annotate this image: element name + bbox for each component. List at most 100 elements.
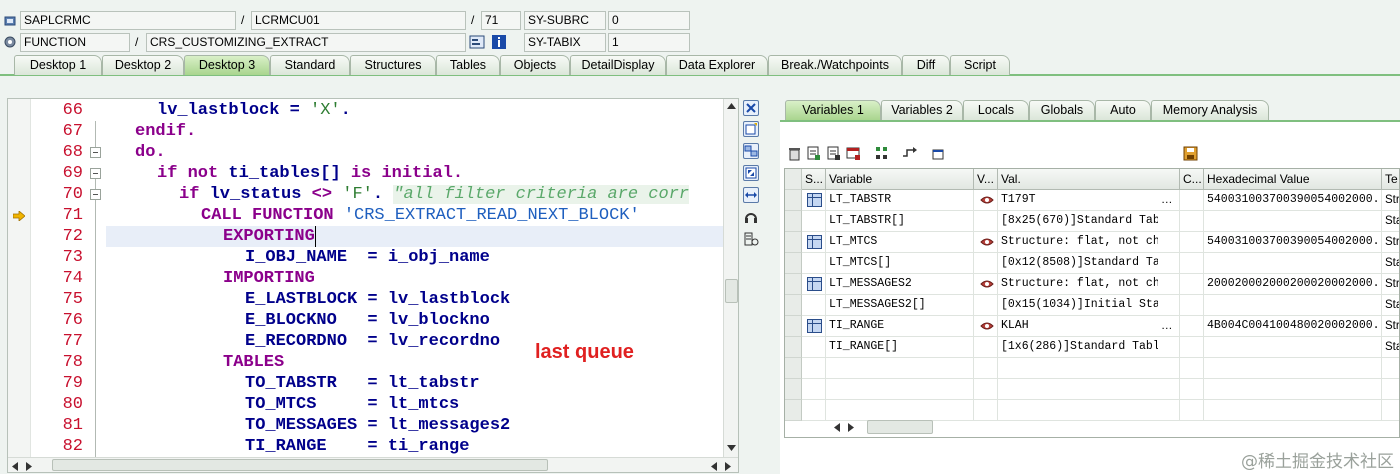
- grid-cell[interactable]: [802, 295, 826, 316]
- grid-cell[interactable]: [1180, 358, 1204, 379]
- code-line[interactable]: 72 EXPORTING: [8, 226, 723, 247]
- grid-cell[interactable]: [1204, 379, 1382, 400]
- cell-dots[interactable]: [1158, 253, 1180, 274]
- cell-hex[interactable]: 4B004C004100480020002000...: [1204, 316, 1382, 337]
- code-line[interactable]: 75 E_LASTBLOCK = lv_lastblock: [8, 289, 723, 310]
- tab-script[interactable]: Script: [950, 55, 1010, 75]
- grid-cell[interactable]: [974, 358, 998, 379]
- info-icon[interactable]: [491, 34, 507, 50]
- grid-cell[interactable]: [802, 358, 826, 379]
- column-header[interactable]: C...: [1180, 169, 1204, 190]
- scroll-right-icon[interactable]: [25, 462, 33, 471]
- cell-hex[interactable]: 540031003700390054002000...: [1204, 232, 1382, 253]
- grid-cell[interactable]: [1180, 379, 1204, 400]
- close-icon[interactable]: [743, 100, 759, 116]
- grid-cell[interactable]: [802, 379, 826, 400]
- scroll-thumb[interactable]: [725, 279, 738, 303]
- grid-cell[interactable]: [998, 358, 1180, 379]
- table-view-icon[interactable]: [846, 146, 861, 161]
- fold-toggle[interactable]: [90, 168, 101, 179]
- cell-dots[interactable]: [1158, 211, 1180, 232]
- settings-tool-icon[interactable]: [743, 231, 759, 247]
- code-horizontal-scrollbar[interactable]: [8, 457, 738, 472]
- display-source-icon[interactable]: [469, 34, 485, 50]
- grid-cell[interactable]: [998, 379, 1180, 400]
- grid-scroll-thumb[interactable]: [867, 420, 933, 434]
- window-icon[interactable]: [930, 146, 945, 161]
- cell-te[interactable]: Str: [1382, 316, 1399, 337]
- grid-cell[interactable]: [1382, 400, 1399, 421]
- grid-cell[interactable]: [1180, 232, 1204, 253]
- cell-var[interactable]: TI_RANGE[]: [826, 337, 974, 358]
- grid-cell[interactable]: [802, 211, 826, 232]
- grid-cell[interactable]: [974, 379, 998, 400]
- detail-icon[interactable]: [806, 146, 821, 161]
- column-header[interactable]: V...: [974, 169, 998, 190]
- cell-dots[interactable]: [1158, 274, 1180, 295]
- cell-var[interactable]: TI_RANGE: [826, 316, 974, 337]
- cell-te[interactable]: Sta: [1382, 337, 1399, 358]
- row-selector[interactable]: [785, 400, 802, 421]
- code-line[interactable]: 80 TO_MTCS = lt_mtcs: [8, 394, 723, 415]
- cell-dots[interactable]: [1158, 232, 1180, 253]
- grid-cell[interactable]: [1180, 316, 1204, 337]
- grid-cell[interactable]: [826, 379, 974, 400]
- grid-cell[interactable]: [1204, 400, 1382, 421]
- code-line[interactable]: 70 if lv_status <> 'F'. "all filter crit…: [8, 184, 723, 205]
- grid-cell[interactable]: [826, 358, 974, 379]
- change-value-icon[interactable]: [980, 236, 994, 248]
- cell-dots[interactable]: …: [1158, 190, 1180, 211]
- tab-globals[interactable]: Globals: [1029, 100, 1095, 120]
- row-selector[interactable]: [785, 274, 802, 295]
- grid-cell[interactable]: [802, 337, 826, 358]
- grid-cell[interactable]: [1180, 274, 1204, 295]
- swap-tools-icon[interactable]: [743, 143, 759, 159]
- row-selector[interactable]: [785, 253, 802, 274]
- column-header[interactable]: Hexadecimal Value: [1204, 169, 1382, 190]
- grid-cell[interactable]: [802, 253, 826, 274]
- function-name-field[interactable]: CRS_CUSTOMIZING_EXTRACT: [146, 33, 466, 52]
- grid-scroll-left-icon[interactable]: [833, 423, 841, 432]
- cell-te[interactable]: Str: [1382, 232, 1399, 253]
- services-icon[interactable]: [743, 209, 759, 225]
- row-selector[interactable]: [785, 316, 802, 337]
- grid-cell[interactable]: [1180, 400, 1204, 421]
- column-header[interactable]: Val.: [998, 169, 1180, 190]
- grid-cell[interactable]: [1180, 211, 1204, 232]
- scroll-thumb[interactable]: [52, 459, 548, 471]
- cell-val[interactable]: [0x15(1034)]Initial Stan...: [998, 295, 1158, 316]
- variables-grid[interactable]: S... Variable V... Val. C... Hexadecimal…: [784, 168, 1400, 438]
- grid-cell[interactable]: [998, 400, 1180, 421]
- code-line[interactable]: 74 IMPORTING: [8, 268, 723, 289]
- list-icon[interactable]: [826, 146, 841, 161]
- grid-cell[interactable]: [974, 337, 998, 358]
- grid-cell[interactable]: [974, 295, 998, 316]
- source-code-panel[interactable]: 66 lv_lastblock = 'X'. 67 endif. 68 do. …: [7, 98, 739, 473]
- row-selector[interactable]: [785, 379, 802, 400]
- fold-toggle[interactable]: [90, 189, 101, 200]
- tab-locals[interactable]: Locals: [963, 100, 1029, 120]
- maximize-icon[interactable]: [743, 165, 759, 181]
- header-row-selector[interactable]: [785, 169, 802, 190]
- tab-variables-1[interactable]: Variables 1: [785, 100, 881, 120]
- code-line[interactable]: 66 lv_lastblock = 'X'.: [8, 100, 723, 121]
- grid-cell[interactable]: [1180, 253, 1204, 274]
- code-line[interactable]: 68 do.: [8, 142, 723, 163]
- structure-icon[interactable]: [807, 235, 822, 249]
- cell-var[interactable]: LT_TABSTR: [826, 190, 974, 211]
- sy-subrc-value[interactable]: 0: [608, 11, 690, 30]
- cell-te[interactable]: Str: [1382, 190, 1399, 211]
- tab-desktop-1[interactable]: Desktop 1: [14, 55, 102, 75]
- tab-tables[interactable]: Tables: [436, 55, 500, 75]
- tab-standard[interactable]: Standard: [270, 55, 350, 75]
- scroll-left-icon[interactable]: [710, 462, 718, 471]
- grid-cell[interactable]: [1204, 358, 1382, 379]
- cell-hex[interactable]: [1204, 253, 1382, 274]
- cell-hex[interactable]: 540031003700390054002000...: [1204, 190, 1382, 211]
- tab-structures[interactable]: Structures: [350, 55, 436, 75]
- grid-cell[interactable]: [1382, 358, 1399, 379]
- row-selector[interactable]: [785, 232, 802, 253]
- hierarchy-icon[interactable]: [874, 146, 889, 161]
- cell-var[interactable]: LT_MESSAGES2[]: [826, 295, 974, 316]
- structure-icon[interactable]: [807, 319, 822, 333]
